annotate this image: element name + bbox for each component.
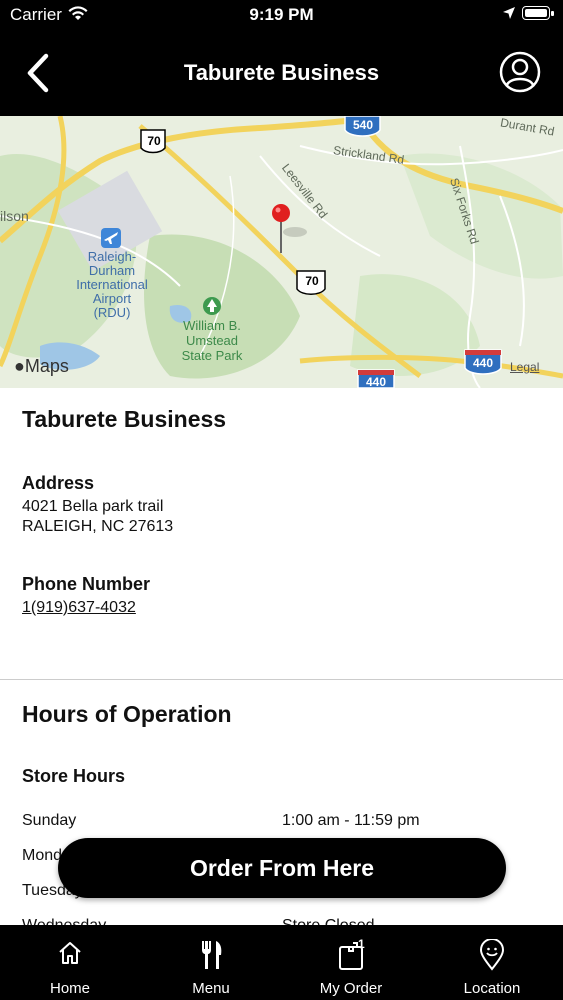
store-name: Taburete Business — [22, 406, 227, 432]
tab-menu-label: Menu — [192, 980, 230, 997]
tab-bar: Home Menu 1 My Order Location — [0, 925, 563, 1000]
shield-440-label-a: 440 — [472, 356, 494, 370]
airport-icon — [101, 228, 121, 248]
tab-my-order-label: My Order — [319, 980, 383, 997]
order-count-badge: 1 — [358, 937, 365, 951]
divider — [0, 679, 563, 680]
map-legal-link[interactable]: Legal — [510, 360, 539, 374]
tab-my-order[interactable]: 1 My Order — [281, 925, 421, 1000]
location-arrow-icon — [502, 6, 516, 25]
profile-icon[interactable] — [498, 50, 542, 94]
store-hours-label: Store Hours — [22, 766, 126, 786]
park-tree-icon — [203, 297, 221, 315]
address-line-2: RALEIGH, NC 27613 — [22, 518, 174, 535]
phone-label: Phone Number — [22, 574, 151, 594]
fork-knife-icon — [197, 939, 225, 976]
map-label-ilson: ilson — [0, 208, 29, 224]
day-label: Sunday — [22, 812, 77, 829]
maps-brand-label: Maps — [24, 356, 69, 376]
bag-icon: 1 — [336, 937, 366, 976]
shield-540-label: 540 — [352, 118, 374, 132]
phone-link[interactable]: 1(919)637-4032 — [22, 598, 136, 618]
order-from-here-button[interactable]: Order From Here — [58, 838, 506, 898]
apple-maps-logo: ●Maps — [14, 356, 69, 377]
status-time: 9:19 PM — [249, 5, 314, 24]
home-icon — [56, 939, 84, 972]
nav-bar: Taburete Business — [0, 30, 563, 116]
page-title: Taburete Business — [183, 60, 380, 85]
tab-home[interactable]: Home — [0, 925, 140, 1000]
battery-icon — [522, 6, 554, 20]
shield-70-label-a: 70 — [147, 134, 161, 148]
store-map[interactable]: 70 70 540 440 440 Strickland Rd Durant R… — [0, 116, 563, 388]
address-label: Address — [22, 473, 95, 493]
shield-70-label-b: 70 — [305, 274, 319, 288]
tab-home-label: Home — [49, 980, 90, 997]
tab-location-label: Location — [463, 980, 521, 997]
shield-440-label-b: 440 — [365, 375, 387, 388]
tab-location[interactable]: Location — [422, 925, 562, 1000]
apple-logo-icon: ● — [14, 356, 25, 376]
address-line-1: 4021 Bella park trail — [22, 498, 164, 515]
location-pin-icon — [478, 938, 506, 976]
status-bar: Carrier 9:19 PM — [0, 0, 563, 30]
hours-title: Hours of Operation — [22, 701, 232, 727]
map-label-airport: Raleigh- Durham International Airport (R… — [76, 249, 148, 320]
hours-value: 1:00 am - 11:59 pm — [282, 812, 420, 829]
store-location-pin-icon[interactable] — [272, 204, 307, 253]
tab-menu[interactable]: Menu — [141, 925, 281, 1000]
map-label-park: William B. Umstead State Park — [181, 318, 243, 363]
